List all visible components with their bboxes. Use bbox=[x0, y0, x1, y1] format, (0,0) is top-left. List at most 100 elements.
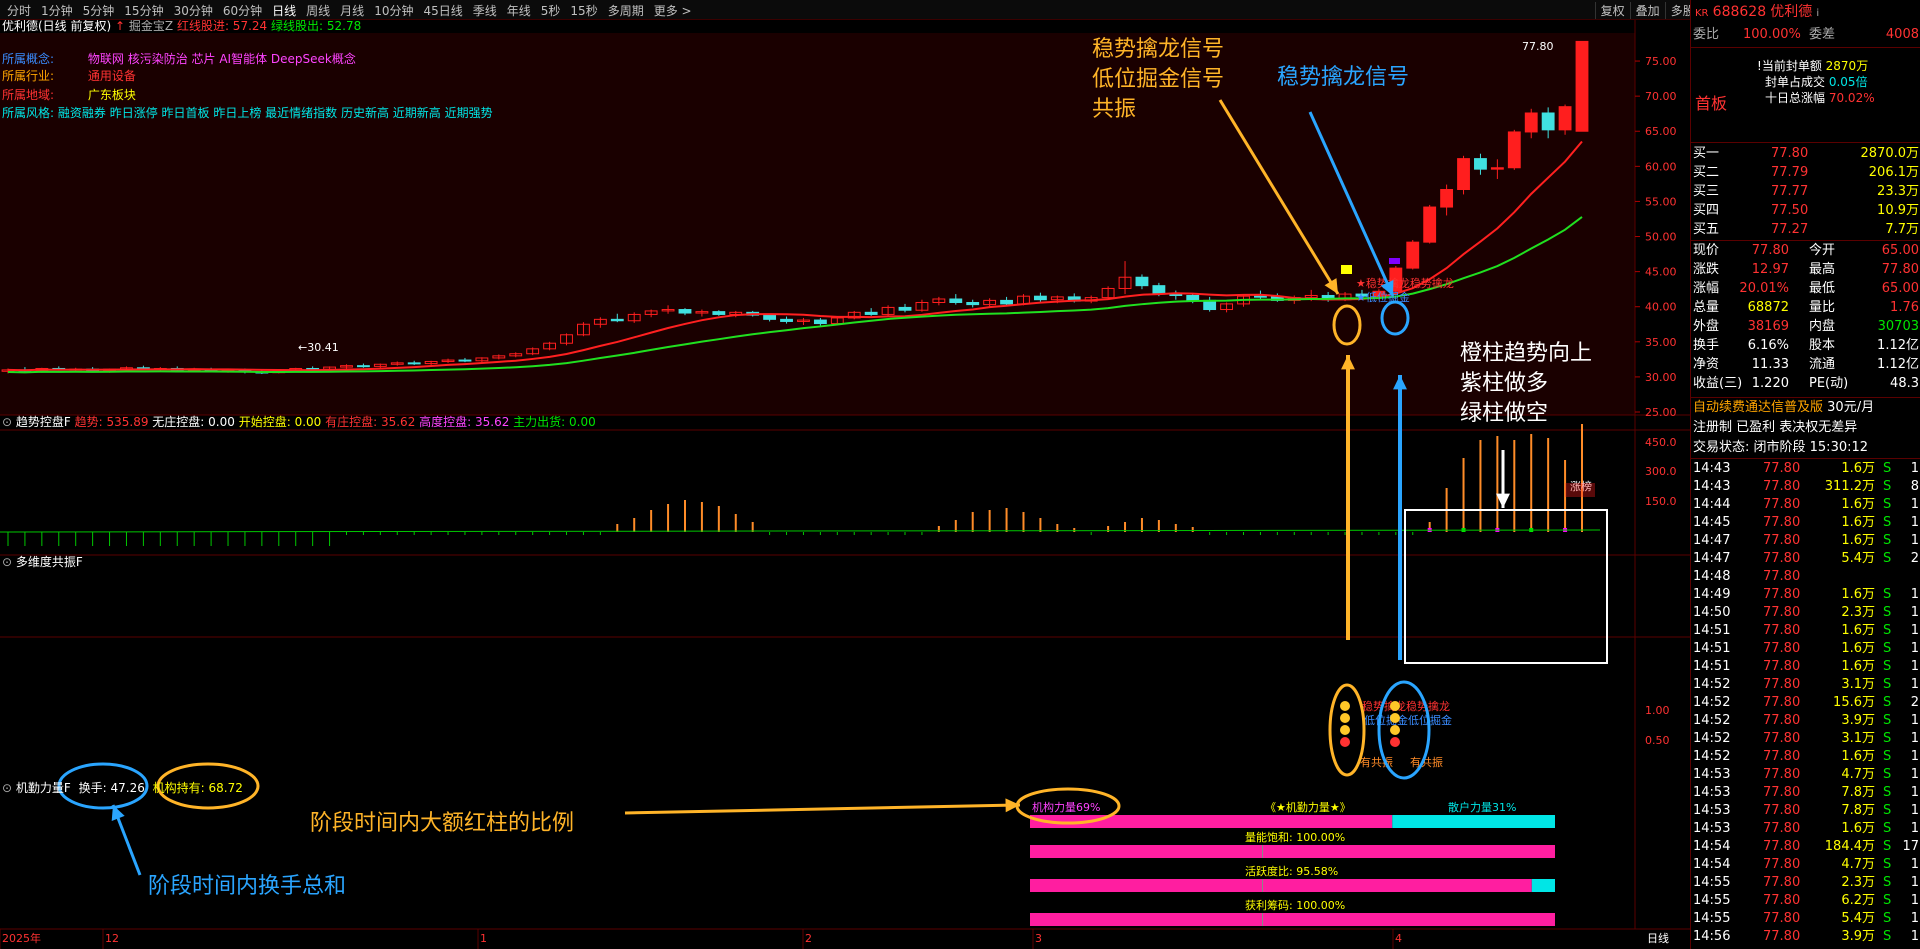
tick-time: 14:47 bbox=[1693, 533, 1731, 548]
tick-row[interactable]: 14:52 77.80 1.6万 S 1 bbox=[1691, 748, 1920, 765]
promo-text[interactable]: 自动续费通达信普及版 bbox=[1693, 400, 1823, 415]
period-tab[interactable]: 5分钟 bbox=[78, 2, 120, 19]
tool-button[interactable]: 复权 bbox=[1594, 1, 1630, 19]
bid-row[interactable]: 买四 77.50 10.9万 bbox=[1691, 202, 1920, 219]
resonance-panel-title[interactable]: 多维度共振F bbox=[16, 555, 83, 569]
candle-body bbox=[678, 309, 692, 314]
tick-row[interactable]: 14:53 77.80 4.7万 S 1 bbox=[1691, 766, 1920, 783]
tick-time: 14:43 bbox=[1693, 461, 1731, 476]
tick-row[interactable]: 14:54 77.80 184.4万 S 17 bbox=[1691, 838, 1920, 855]
trend-panel-title[interactable]: 趋势控盘F bbox=[16, 415, 71, 429]
tick-direction: S bbox=[1883, 479, 1892, 494]
tick-row[interactable]: 14:55 77.80 2.3万 S 1 bbox=[1691, 874, 1920, 891]
candle-body bbox=[356, 365, 370, 368]
bid-row[interactable]: 买三 77.77 23.3万 bbox=[1691, 183, 1920, 200]
resonance-icon bbox=[1390, 701, 1400, 711]
tick-row[interactable]: 14:51 77.80 1.6万 S 1 bbox=[1691, 658, 1920, 675]
period-tab[interactable]: 更多 > bbox=[649, 2, 697, 19]
tick-row[interactable]: 14:54 77.80 4.7万 S 1 bbox=[1691, 856, 1920, 873]
tick-time: 14:49 bbox=[1693, 587, 1731, 602]
bid-row[interactable]: 买五 77.27 7.7万 bbox=[1691, 221, 1920, 238]
tick-row[interactable]: 14:47 77.80 1.6万 S 1 bbox=[1691, 532, 1920, 549]
tick-row[interactable]: 14:52 77.80 3.1万 S 1 bbox=[1691, 730, 1920, 747]
tick-row[interactable]: 14:43 77.80 1.6万 S 1 bbox=[1691, 460, 1920, 477]
stat-label: 收益(三) bbox=[1693, 376, 1743, 391]
stat-label: PE(动) bbox=[1809, 376, 1849, 391]
tick-row[interactable]: 14:56 77.80 3.9万 S 1 bbox=[1691, 928, 1920, 945]
period-tab[interactable]: 分时 bbox=[2, 2, 36, 19]
tick-row[interactable]: 14:51 77.80 1.6万 S 1 bbox=[1691, 622, 1920, 639]
info-icon[interactable]: ⅰ bbox=[1816, 8, 1819, 19]
tick-row[interactable]: 14:52 77.80 3.9万 S 1 bbox=[1691, 712, 1920, 729]
trend-value: 高度控盘: 35.62 bbox=[415, 415, 510, 429]
period-tab[interactable]: 15分钟 bbox=[119, 2, 168, 19]
period-tab[interactable]: 1分钟 bbox=[36, 2, 78, 19]
tick-price: 77.80 bbox=[1763, 533, 1801, 548]
tick-volume: 1.6万 bbox=[1841, 587, 1875, 602]
promo-row[interactable]: 自动续费通达信普及版 30元/月 bbox=[1691, 399, 1920, 416]
bid-price: 77.79 bbox=[1771, 165, 1809, 180]
period-tab[interactable]: 年线 bbox=[502, 2, 536, 19]
expand-icon[interactable]: ⊙ bbox=[2, 781, 12, 795]
tick-row[interactable]: 14:55 77.80 6.2万 S 1 bbox=[1691, 892, 1920, 909]
tick-price: 77.80 bbox=[1763, 821, 1801, 836]
indicator-name[interactable]: 掘金宝Z bbox=[129, 20, 173, 33]
tick-row[interactable]: 14:53 77.80 7.8万 S 1 bbox=[1691, 802, 1920, 819]
trend-tag-bg bbox=[1565, 483, 1595, 497]
trend-panel-header: ⊙ 趋势控盘F 趋势: 535.89 无庄控盘: 0.00 开始控盘: 0.00… bbox=[2, 415, 596, 429]
tick-row[interactable]: 14:55 77.80 5.4万 S 1 bbox=[1691, 910, 1920, 927]
chart-canvas[interactable]: 75.00 70.00 65.00 60.00 55.00 50.00 45.00 40.00… bbox=[0, 20, 1690, 949]
trend-axis-label: 450.0 bbox=[1645, 436, 1677, 449]
signal-text-1: ★稳势擒龙稳势擒龙 bbox=[1356, 276, 1454, 290]
resonance-icon bbox=[1390, 725, 1400, 735]
expand-icon[interactable]: ⊙ bbox=[2, 415, 12, 429]
bid-row[interactable]: 买二 77.79 206.1万 bbox=[1691, 164, 1920, 181]
price-label: 50.00 bbox=[1645, 231, 1677, 244]
tick-count: 1 bbox=[1910, 767, 1919, 782]
tick-row[interactable]: 14:48 77.80 bbox=[1691, 568, 1920, 585]
period-tab[interactable]: 周线 bbox=[301, 2, 335, 19]
tool-button[interactable]: 叠加 bbox=[1629, 1, 1665, 19]
period-tab[interactable]: 15秒 bbox=[565, 2, 602, 19]
tick-row[interactable]: 14:53 77.80 7.8万 S 1 bbox=[1691, 784, 1920, 801]
period-tab[interactable]: 60分钟 bbox=[218, 2, 267, 19]
period-tab[interactable]: 30分钟 bbox=[169, 2, 218, 19]
period-tab[interactable]: 多周期 bbox=[603, 2, 649, 19]
period-tab[interactable]: 季线 bbox=[468, 2, 502, 19]
tick-row[interactable]: 14:47 77.80 5.4万 S 2 bbox=[1691, 550, 1920, 567]
stat-value: 65.00 bbox=[1881, 243, 1919, 258]
low-label: ←30.41 bbox=[298, 341, 339, 354]
power-panel-title[interactable]: 机勤力量F bbox=[16, 781, 71, 795]
tick-direction: S bbox=[1883, 551, 1892, 566]
tick-row[interactable]: 14:44 77.80 1.6万 S 1 bbox=[1691, 496, 1920, 513]
annotation-text: 橙柱趋势向上 bbox=[1460, 341, 1592, 366]
chart-area[interactable]: 75.00 70.00 65.00 60.00 55.00 50.00 45.00 40.00… bbox=[0, 20, 1690, 949]
period-tab[interactable]: 5秒 bbox=[536, 2, 566, 19]
bid-row[interactable]: 买一 77.80 2870.0万 bbox=[1691, 145, 1920, 162]
tick-row[interactable]: 14:49 77.80 1.6万 S 1 bbox=[1691, 586, 1920, 603]
tick-row[interactable]: 14:43 77.80 311.2万 S 8 bbox=[1691, 478, 1920, 495]
period-tab[interactable]: 45日线 bbox=[418, 2, 467, 19]
tick-row[interactable]: 14:53 77.80 1.6万 S 1 bbox=[1691, 820, 1920, 837]
tick-volume: 1.6万 bbox=[1841, 641, 1875, 656]
period-tab[interactable]: 月线 bbox=[335, 2, 369, 19]
high-label: 77.80 bbox=[1522, 40, 1554, 53]
candle-body bbox=[1490, 167, 1504, 170]
time-label: 1 bbox=[480, 932, 487, 945]
time-axis-right: 日线 bbox=[1647, 931, 1669, 945]
tick-direction: S bbox=[1883, 713, 1892, 728]
tick-row[interactable]: 14:52 77.80 15.6万 S 2 bbox=[1691, 694, 1920, 711]
period-tab[interactable]: 日线 bbox=[267, 2, 301, 19]
promo-price: 30元/月 bbox=[1827, 400, 1875, 415]
tick-row[interactable]: 14:52 77.80 3.1万 S 1 bbox=[1691, 676, 1920, 693]
period-tab[interactable]: 10分钟 bbox=[369, 2, 418, 19]
ten-day-label: 十日总涨幅 bbox=[1765, 91, 1826, 105]
stat-row: 换手 6.16% 股本 1.12亿 bbox=[1691, 337, 1920, 354]
seal-ratio-label: 封单占成交 bbox=[1765, 75, 1826, 89]
tick-row[interactable]: 14:45 77.80 1.6万 S 1 bbox=[1691, 514, 1920, 531]
expand-icon[interactable]: ⊙ bbox=[2, 555, 12, 569]
bid-price: 77.27 bbox=[1771, 222, 1809, 237]
tick-row[interactable]: 14:50 77.80 2.3万 S 1 bbox=[1691, 604, 1920, 621]
tick-row[interactable]: 14:51 77.80 1.6万 S 1 bbox=[1691, 640, 1920, 657]
candle-body bbox=[1000, 299, 1013, 305]
